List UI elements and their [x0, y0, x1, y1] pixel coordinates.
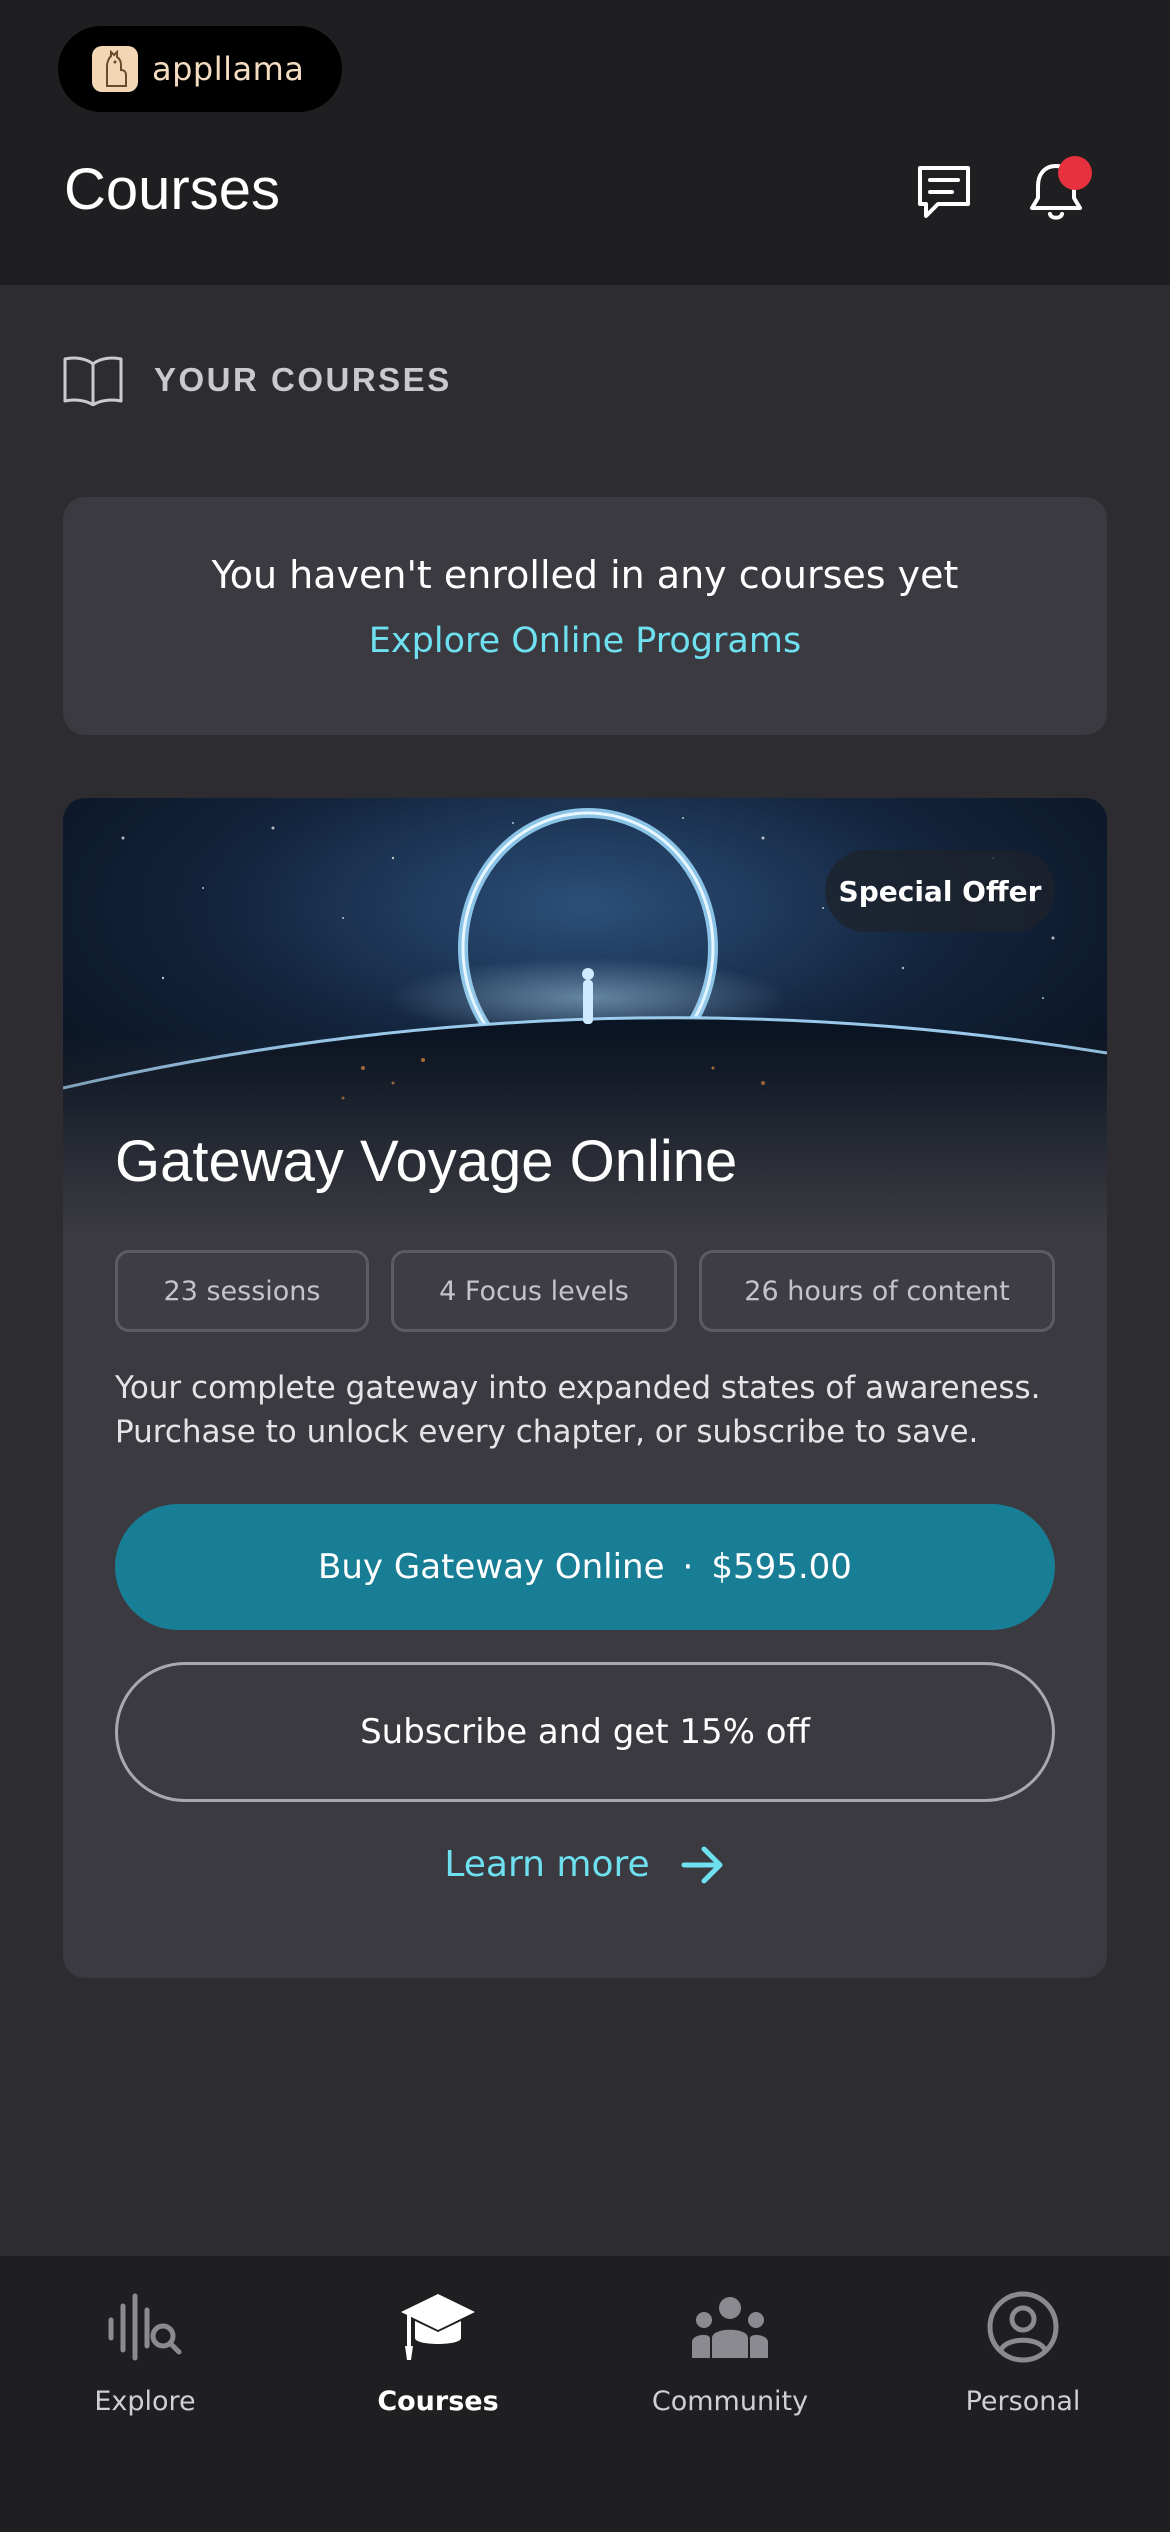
buy-button-label: Buy Gateway Online [318, 1547, 665, 1587]
page-title: Courses [64, 157, 280, 222]
waveform-search-icon [25, 2286, 265, 2368]
course-stats: 23 sessions 4 Focus levels 26 hours of c… [115, 1250, 1055, 1332]
brand-pill[interactable]: appllama [58, 26, 342, 112]
subscribe-button[interactable]: Subscribe and get 15% off [115, 1662, 1055, 1802]
tab-courses[interactable]: Courses [318, 2286, 558, 2417]
learn-more-label: Learn more [444, 1844, 650, 1885]
arrow-right-icon [681, 1846, 723, 1883]
tab-community-label: Community [651, 2386, 809, 2417]
learn-more-link[interactable]: Learn more [63, 1844, 1107, 1885]
app-header: appllama Courses [0, 0, 1170, 285]
tab-explore[interactable]: Explore [25, 2286, 265, 2417]
section-label: YOUR COURSES [154, 361, 452, 398]
explore-programs-link[interactable]: Explore Online Programs [63, 621, 1107, 661]
your-courses-heading: YOUR COURSES [62, 352, 452, 408]
brand-name: appllama [152, 50, 305, 88]
sessions-chip: 23 sessions [115, 1250, 369, 1332]
buy-button-price: $595.00 [711, 1547, 852, 1587]
special-offer-card: Special Offer Gateway Voyage Online 23 s… [63, 798, 1107, 1978]
empty-state-card: You haven't enrolled in any courses yet … [63, 497, 1107, 735]
price-separator: · [682, 1547, 694, 1587]
empty-state-message: You haven't enrolled in any courses yet [211, 553, 959, 597]
tab-personal-label: Personal [965, 2386, 1081, 2417]
buy-button[interactable]: Buy Gateway Online · $595.00 [115, 1504, 1055, 1630]
graduation-cap-icon [318, 2286, 558, 2368]
special-offer-badge: Special Offer [825, 850, 1055, 932]
notification-dot [1058, 156, 1092, 190]
hours-chip: 26 hours of content [699, 1250, 1055, 1332]
people-icon [610, 2286, 850, 2368]
course-title: Gateway Voyage Online [115, 1129, 738, 1194]
tab-community[interactable]: Community [610, 2286, 850, 2417]
focus-levels-chip: 4 Focus levels [391, 1250, 677, 1332]
course-description: Your complete gateway into expanded stat… [115, 1370, 1041, 1450]
person-circle-icon [903, 2286, 1143, 2368]
chat-icon[interactable] [912, 160, 976, 224]
bottom-tab-bar: Explore Courses Community Personal [0, 2256, 1170, 2532]
book-open-icon [63, 356, 123, 406]
tab-courses-label: Courses [377, 2386, 499, 2417]
tab-explore-label: Explore [94, 2386, 196, 2417]
llama-logo-icon [92, 46, 138, 92]
tab-personal[interactable]: Personal [903, 2286, 1143, 2417]
